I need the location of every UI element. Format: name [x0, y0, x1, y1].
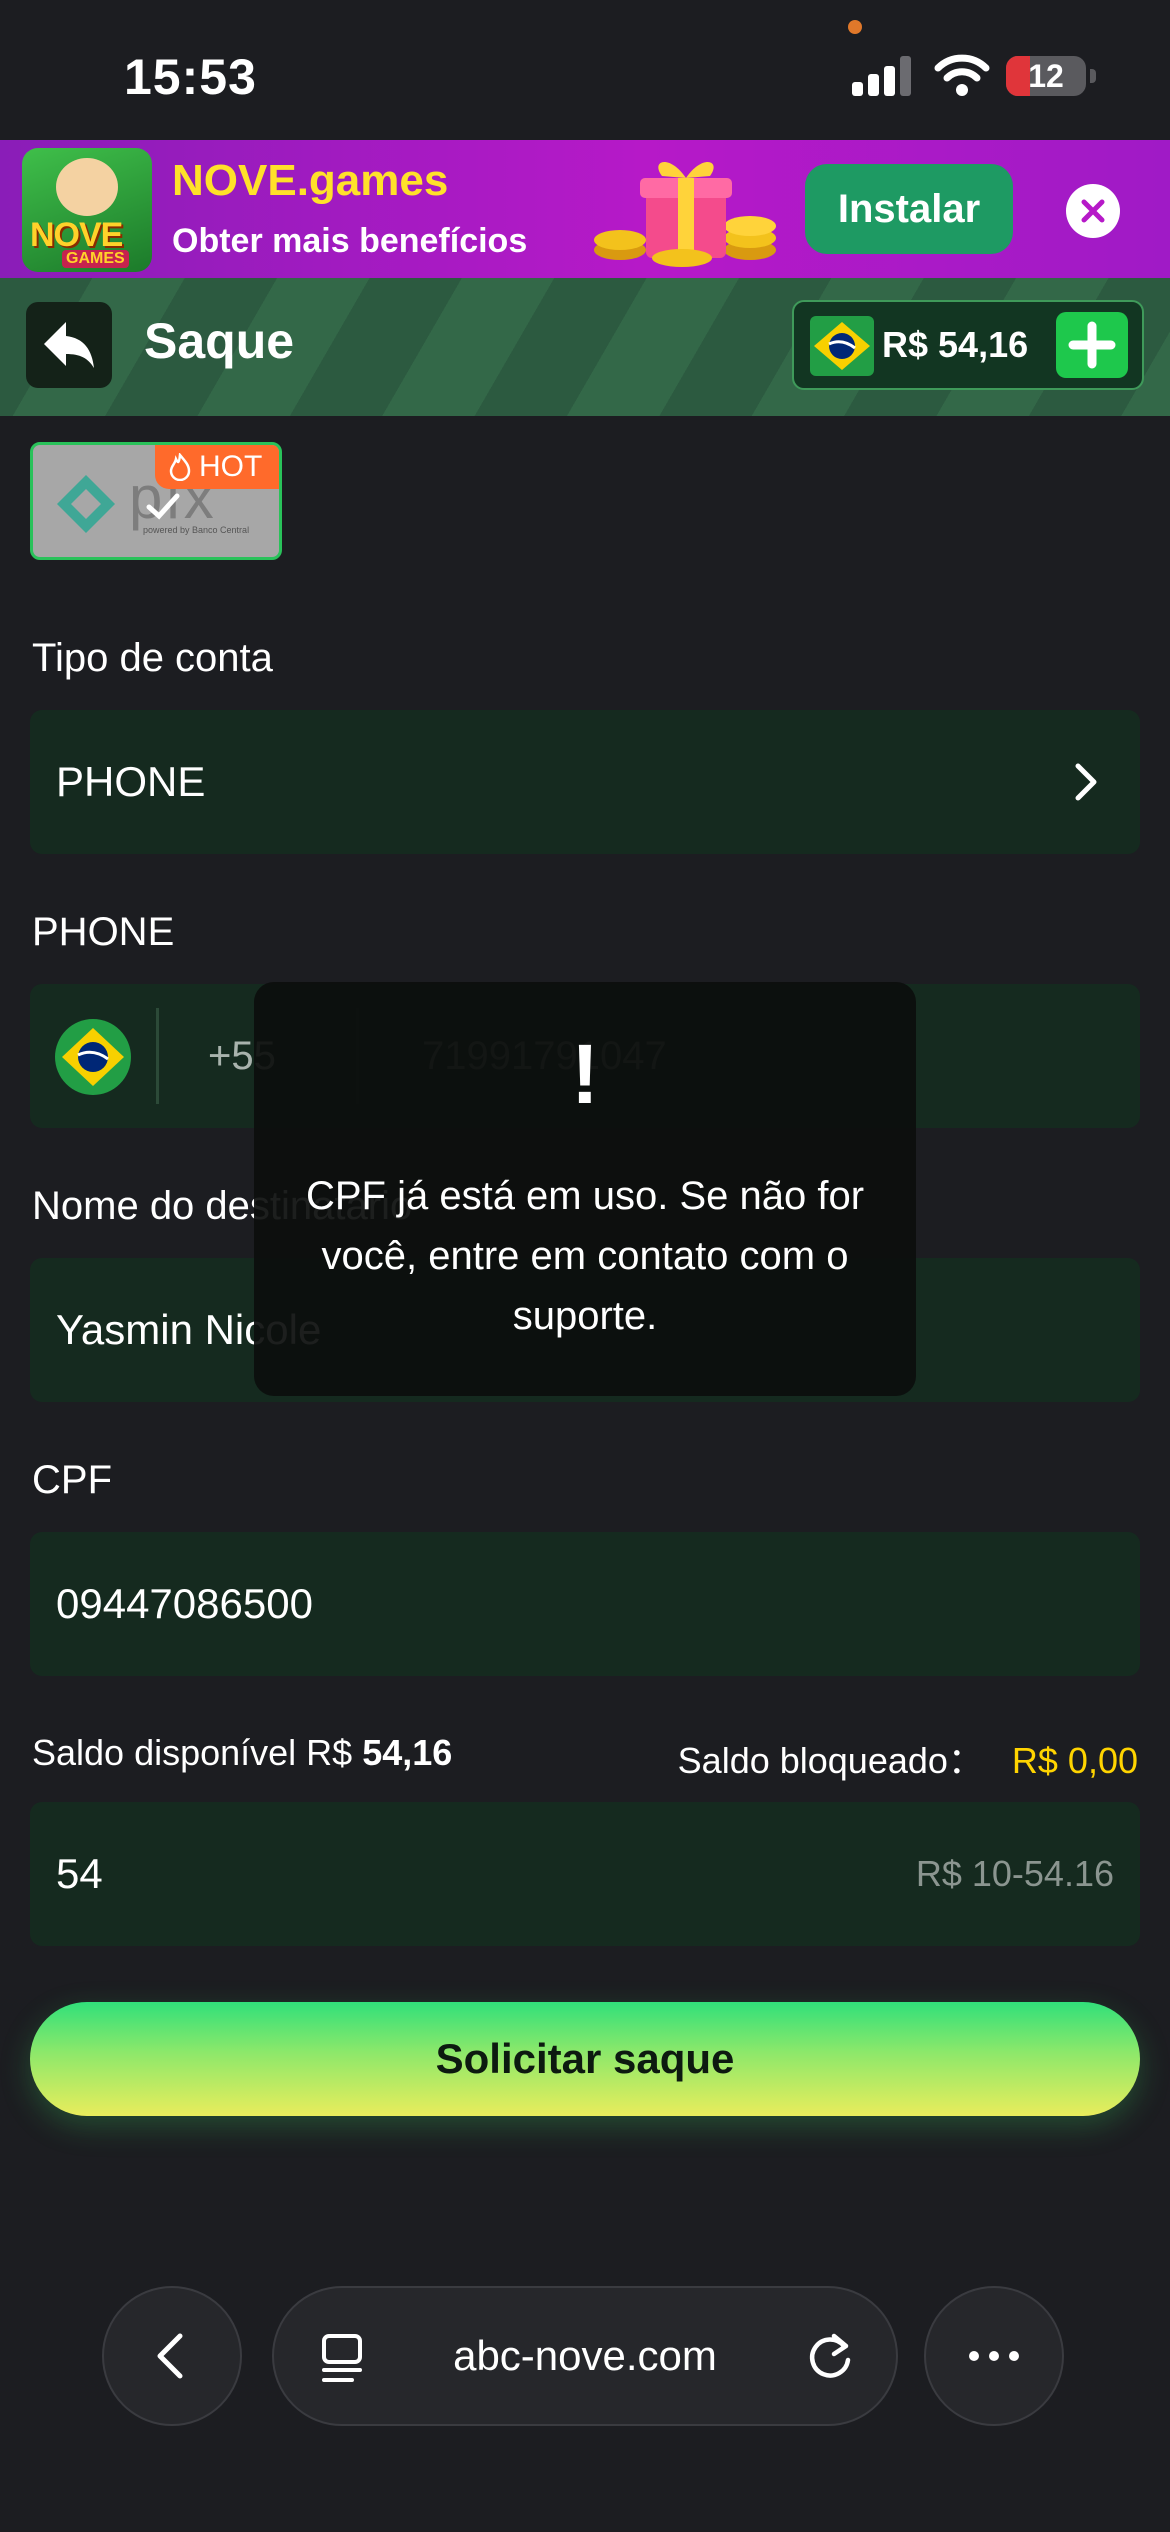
cpf-value: 09447086500 — [56, 1580, 313, 1627]
blocked-balance-label: Saldo bloqueado： — [677, 1740, 984, 1781]
toast-message: CPF já está em uso. Se não for você, ent… — [305, 1174, 865, 1338]
url-text: abc-nove.com — [453, 2332, 717, 2379]
plus-icon — [1068, 321, 1116, 369]
alert-icon: ! — [571, 1027, 599, 1121]
account-type-label: Tipo de conta — [32, 636, 273, 680]
available-balance-label: Saldo disponível R$ — [32, 1732, 353, 1773]
chevron-left-icon — [157, 2333, 183, 2379]
browser-more-button[interactable] — [924, 2286, 1064, 2426]
amount-value: 54 — [56, 1850, 103, 1897]
status-bar: 15:53 12 — [0, 0, 1170, 140]
account-type-value: PHONE — [56, 758, 206, 805]
back-button[interactable] — [26, 302, 112, 388]
status-time: 15:53 — [124, 49, 257, 105]
close-icon — [1081, 199, 1105, 223]
brazil-flag-icon — [810, 316, 874, 376]
battery-icon: 12 — [1006, 56, 1096, 96]
banner-subtitle: Obter mais benefícios — [172, 222, 528, 260]
banner-title: NOVE.games — [172, 156, 449, 205]
error-toast: ! CPF já está em uso. Se não for você, e… — [254, 982, 916, 1396]
cpf-label: CPF — [32, 1458, 112, 1502]
more-options-icon — [969, 2351, 1019, 2361]
checkmark-icon — [146, 493, 180, 520]
address-bar[interactable]: abc-nove.com — [272, 2286, 898, 2426]
gift-coins-icon — [594, 161, 776, 267]
brazil-flag-icon — [55, 1019, 131, 1095]
browser-back-button[interactable] — [102, 2286, 242, 2426]
chevron-right-icon — [1075, 763, 1097, 801]
pix-method-option[interactable]: pix powered by Banco Central HOT — [30, 442, 282, 560]
available-balance: Saldo disponível R$ 54,16 — [32, 1732, 452, 1774]
close-banner-button[interactable] — [1066, 184, 1120, 238]
flame-icon — [169, 453, 191, 481]
reload-icon[interactable] — [804, 2330, 856, 2382]
app-install-banner: NOVE GAMES NOVE.games Obter mais benefíc… — [0, 140, 1170, 278]
account-type-select[interactable]: PHONE — [30, 710, 1140, 854]
hot-badge: HOT — [155, 445, 279, 489]
available-balance-value: 54,16 — [362, 1732, 453, 1773]
balance-display: R$ 54,16 — [792, 300, 1144, 390]
pix-logo-icon — [57, 475, 115, 533]
deposit-button[interactable] — [1056, 312, 1128, 378]
balance-amount: R$ 54,16 — [882, 324, 1029, 365]
nove-games-logo-icon: NOVE GAMES — [22, 148, 152, 272]
install-button[interactable]: Instalar — [805, 164, 1013, 254]
camera-indicator-icon — [848, 20, 862, 34]
wifi-icon — [934, 54, 990, 96]
submit-withdrawal-button[interactable]: Solicitar saque — [30, 2002, 1140, 2116]
back-arrow-icon — [44, 322, 94, 368]
page-title: Saque — [144, 313, 295, 369]
page-header: Saque R$ 54,16 — [0, 278, 1170, 416]
cellular-signal-icon — [852, 56, 916, 96]
phone-label: PHONE — [32, 910, 175, 954]
amount-range-hint: R$ 10-54.16 — [915, 1853, 1114, 1894]
cpf-field[interactable]: 09447086500 — [30, 1532, 1140, 1676]
pix-logo-caption: powered by Banco Central — [143, 525, 250, 535]
amount-field[interactable]: 54 R$ 10-54.16 — [30, 1802, 1140, 1946]
battery-level: 12 — [1028, 58, 1064, 94]
blocked-balance: Saldo bloqueado： R$ 0,00 — [678, 1732, 1138, 1784]
blocked-balance-value: R$ 0,00 — [1011, 1740, 1138, 1781]
